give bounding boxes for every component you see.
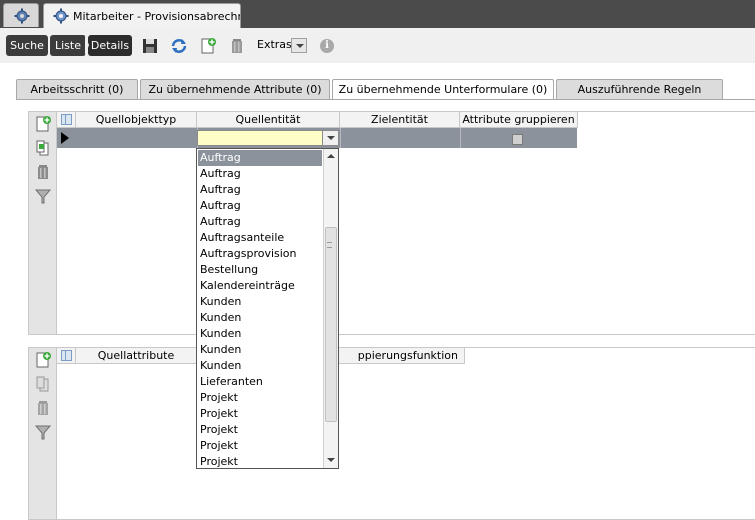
list-item[interactable]: Kalendereinträge xyxy=(198,278,322,294)
scrollbar-thumb[interactable] xyxy=(325,227,337,422)
breadcrumb-details[interactable]: Details xyxy=(85,35,132,56)
list-item[interactable]: Kunden xyxy=(198,310,322,326)
column-header-quellattribute[interactable]: Quellattribute xyxy=(76,348,197,364)
tab-unterformulare[interactable]: Zu übernehmende Unterformulare (0) xyxy=(332,79,554,100)
tab-arbeitsschritt[interactable]: Arbeitsschritt (0) xyxy=(16,79,138,99)
document-tab[interactable]: Mitarbeiter - Provisionsabrechnung xyxy=(43,3,241,28)
quellentitaet-combobox[interactable] xyxy=(197,130,339,146)
toolbar: Suche Liste Details Extras i xyxy=(0,28,755,63)
attribute-grid-panel: Quellattribute ppierungsfunktion xyxy=(28,347,755,520)
grid-toolbar xyxy=(29,112,57,334)
delete-row-icon[interactable] xyxy=(34,399,52,417)
list-item[interactable]: Projekt xyxy=(198,406,322,422)
breadcrumb-liste[interactable]: Liste xyxy=(50,35,86,56)
list-item[interactable]: Kunden xyxy=(198,294,322,310)
list-item[interactable]: Auftrag xyxy=(198,198,322,214)
delete-icon[interactable] xyxy=(228,37,246,55)
clone-row-icon[interactable] xyxy=(34,139,52,157)
dropdown-scrollbar[interactable] xyxy=(323,149,338,468)
save-icon[interactable] xyxy=(141,37,159,55)
column-chooser[interactable] xyxy=(57,348,76,364)
cell-divider xyxy=(460,128,461,148)
list-item[interactable]: Auftrag xyxy=(198,214,322,230)
scroll-up-icon[interactable] xyxy=(327,154,335,158)
list-item[interactable]: Kunden xyxy=(198,326,322,342)
column-header-zielentitaet[interactable]: Zielentität xyxy=(340,112,460,128)
list-item[interactable]: Auftragsanteile xyxy=(198,230,322,246)
list-item[interactable]: Auftrag xyxy=(198,182,322,198)
list-item[interactable]: Kunden xyxy=(198,358,322,374)
column-header-quellentitaet[interactable]: Quellentität xyxy=(197,112,340,128)
list-item[interactable]: Projekt xyxy=(198,438,322,454)
scrollbar-grip-icon xyxy=(327,242,332,248)
title-bar: Mitarbeiter - Provisionsabrechnung xyxy=(0,0,755,28)
subform-grid-panel: Quellobjekttyp Quellentität Zielentität … xyxy=(28,111,755,335)
filter-icon[interactable] xyxy=(34,423,52,441)
tab-attribute[interactable]: Zu übernehmende Attribute (0) xyxy=(140,79,330,99)
info-icon[interactable]: i xyxy=(320,39,334,53)
tab-regeln[interactable]: Auszuführende Regeln xyxy=(556,79,723,99)
column-chooser-icon xyxy=(61,350,72,361)
attribute-gruppieren-checkbox[interactable] xyxy=(512,134,523,145)
breadcrumb-suche[interactable]: Suche xyxy=(6,35,48,56)
new-document-icon[interactable] xyxy=(199,37,217,55)
row-pointer-icon xyxy=(61,132,69,144)
quellentitaet-dropdown-list[interactable]: Auftrag Auftrag Auftrag Auftrag Auftrag … xyxy=(196,148,339,469)
extras-dropdown-button[interactable] xyxy=(291,38,307,53)
content-area: Arbeitsschritt (0) Zu übernehmende Attri… xyxy=(0,63,755,520)
chevron-down-icon[interactable] xyxy=(322,131,338,145)
clone-row-icon[interactable] xyxy=(34,375,52,393)
list-item[interactable]: Kunden xyxy=(198,342,322,358)
column-chooser-icon xyxy=(61,114,72,125)
list-item[interactable]: Projekt xyxy=(198,390,322,406)
gear-icon xyxy=(53,8,69,24)
list-item[interactable]: Bestellung xyxy=(198,262,322,278)
list-item[interactable]: Projekt xyxy=(198,454,322,468)
scroll-down-icon[interactable] xyxy=(327,458,335,462)
document-tab-title: Mitarbeiter - Provisionsabrechnung xyxy=(73,10,240,23)
delete-row-icon[interactable] xyxy=(34,163,52,181)
filter-icon[interactable] xyxy=(34,187,52,205)
gear-icon xyxy=(14,8,30,24)
tab-divider xyxy=(16,99,755,100)
list-item[interactable]: Projekt xyxy=(198,422,322,438)
column-chooser[interactable] xyxy=(57,112,76,128)
refresh-icon[interactable] xyxy=(170,37,188,55)
column-header-attribute-gruppieren[interactable]: Attribute gruppieren xyxy=(460,112,578,128)
new-row-icon[interactable] xyxy=(34,115,52,133)
list-item[interactable]: Lieferanten xyxy=(198,374,322,390)
list-item[interactable]: Auftrag xyxy=(198,166,322,182)
list-item[interactable]: Auftrag xyxy=(198,150,322,166)
extras-menu-label[interactable]: Extras xyxy=(257,38,292,51)
column-header-quellobjekttyp[interactable]: Quellobjekttyp xyxy=(76,112,197,128)
app-menu-button[interactable] xyxy=(3,3,39,27)
grid-toolbar xyxy=(29,348,57,519)
new-row-icon[interactable] xyxy=(34,351,52,369)
list-item[interactable]: Auftragsprovision xyxy=(198,246,322,262)
cell-divider xyxy=(340,128,341,148)
grid-header: Quellobjekttyp Quellentität Zielentität … xyxy=(57,112,578,128)
